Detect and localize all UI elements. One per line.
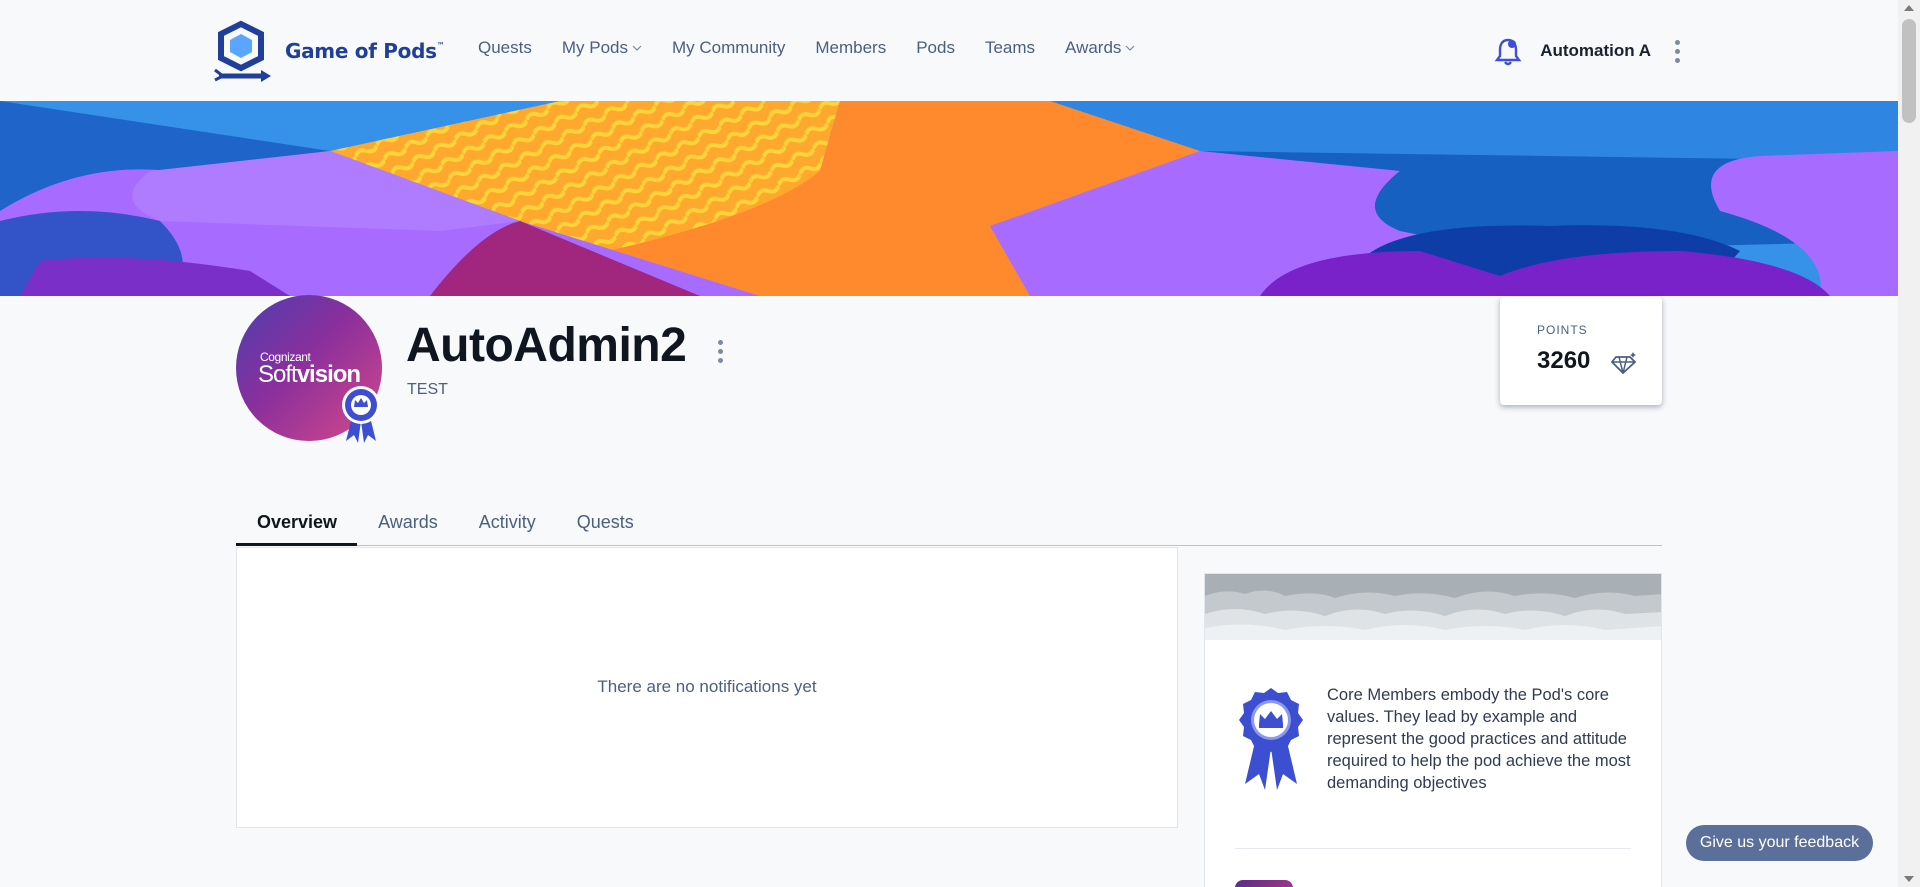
nav-teams[interactable]: Teams [985,38,1035,58]
core-member-card: Core Members embody the Pod's core value… [1204,573,1662,887]
core-member-description: Core Members embody the Pod's core value… [1327,686,1631,792]
empty-notifications-message: There are no notifications yet [597,677,817,696]
diamond-icon [1611,352,1637,375]
profile-tabs: Overview Awards Activity Quests [236,504,1662,546]
nav-quests[interactable]: Quests [478,38,532,58]
nav-awards[interactable]: Awards [1065,38,1135,58]
scroll-down-icon[interactable] [1904,876,1914,882]
user-name[interactable]: Automation A [1540,41,1651,61]
profile-options-icon[interactable] [718,340,723,363]
user-area: Automation A [1494,36,1680,66]
page-scrollbar[interactable] [1898,0,1920,887]
nav-my-pods[interactable]: My Pods [562,38,642,58]
nav-my-community[interactable]: My Community [672,38,785,58]
core-member-badge-icon [342,386,380,443]
points-card: POINTS 3260 [1500,297,1662,405]
feedback-button[interactable]: Give us your feedback [1686,825,1873,861]
banner-pattern [0,101,1898,296]
profile-name: AutoAdmin2 [406,319,687,372]
more-options-icon[interactable] [1675,39,1680,63]
chevron-down-icon [1126,45,1135,51]
points-value: 3260 [1537,347,1591,374]
notifications-panel: There are no notifications yet [236,547,1178,828]
profile-subtitle: TEST [407,381,448,398]
core-member-ribbon-icon [1239,688,1303,790]
card-divider [1235,848,1631,849]
points-label: POINTS [1537,323,1588,337]
scroll-thumb[interactable] [1902,19,1916,123]
bell-icon[interactable] [1494,36,1522,66]
tab-awards[interactable]: Awards [357,504,458,546]
scroll-up-icon[interactable] [1904,5,1914,11]
tab-overview[interactable]: Overview [236,504,358,546]
game-of-pods-logo[interactable]: Game of Pods™ [213,20,445,82]
profile-banner [0,101,1898,296]
chevron-down-icon [632,45,642,51]
top-header: Game of Pods™ Quests My Pods My Communit… [0,0,1898,101]
tab-activity[interactable]: Activity [458,504,556,546]
brand-name: Game of Pods™ [285,39,445,63]
clouds-header-image [1205,574,1661,640]
nav-members[interactable]: Members [815,38,886,58]
logo-hexagon-icon [214,20,271,82]
member-avatar[interactable] [1235,880,1293,887]
nav-pods[interactable]: Pods [916,38,955,58]
profile-avatar: Cognizant Softvision [236,295,382,443]
main-nav: Quests My Pods My Community Members Pods… [478,38,1165,58]
tab-quests[interactable]: Quests [556,504,654,546]
